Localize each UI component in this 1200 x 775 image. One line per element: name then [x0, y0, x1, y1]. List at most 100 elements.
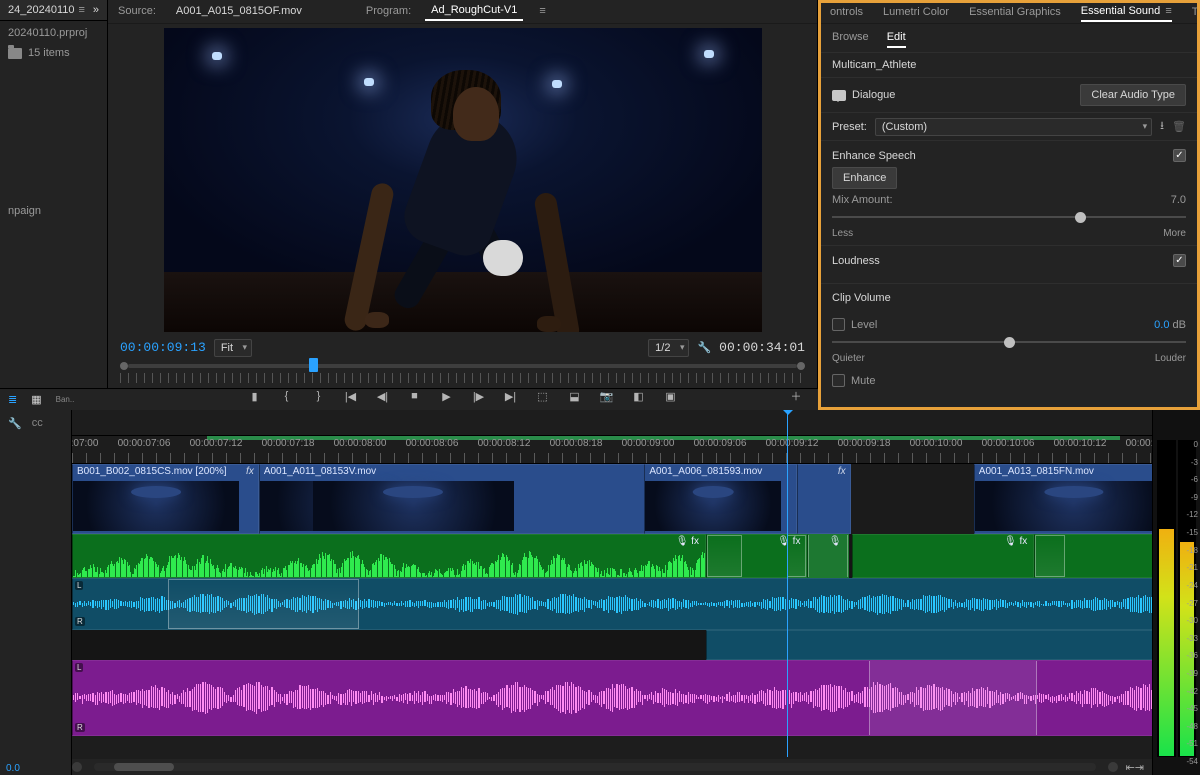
- preset-row: Preset: (Custom) ⭳ 🗑: [818, 113, 1200, 140]
- project-items-count: 15 items: [28, 47, 70, 59]
- clip[interactable]: A001_A011_08153V.movfx: [259, 464, 706, 534]
- scrollbar-knob[interactable]: [114, 763, 174, 771]
- level-checkbox[interactable]: ✓: [832, 318, 845, 331]
- timeline-playhead[interactable]: [787, 410, 788, 757]
- overflow-icon[interactable]: »: [93, 4, 99, 16]
- add-marker-icon[interactable]: ▮: [246, 390, 264, 403]
- freeform-view-icon[interactable]: Ban..: [56, 395, 75, 404]
- go-to-in-icon[interactable]: |◀: [342, 390, 360, 403]
- comparison-view-icon[interactable]: ◧: [630, 390, 648, 403]
- clip[interactable]: 🎙 fx: [72, 534, 706, 578]
- side-tab-essential-graphics[interactable]: Essential Graphics: [969, 3, 1061, 21]
- mix-amount-slider[interactable]: [832, 210, 1186, 224]
- mark-out-icon[interactable]: }: [310, 390, 328, 402]
- step-forward-icon[interactable]: |▶: [470, 390, 488, 403]
- enhance-button[interactable]: Enhance: [832, 167, 897, 189]
- ruler-tick: 00:00:08:18: [550, 438, 603, 449]
- lift-icon[interactable]: ⬚: [534, 390, 552, 403]
- zoom-out-handle[interactable]: [72, 762, 82, 772]
- scrub-handle-left[interactable]: [120, 362, 128, 370]
- timeline-search-icon[interactable]: 🔧: [8, 417, 22, 430]
- program-monitor: Source: A001_A015_0815OF.mov Program: Ad…: [108, 0, 818, 410]
- clip[interactable]: 🎵 fxLR: [72, 660, 1152, 736]
- loudness-header[interactable]: Loudness ✓: [818, 245, 1200, 275]
- zoom-in-handle[interactable]: [1108, 762, 1118, 772]
- program-zoom-select[interactable]: Fit: [214, 339, 252, 357]
- subtab-browse[interactable]: Browse: [832, 28, 869, 48]
- program-resolution-select[interactable]: 1/2: [648, 339, 689, 357]
- clear-audio-type-button[interactable]: Clear Audio Type: [1080, 84, 1186, 106]
- scrub-handle-right[interactable]: [797, 362, 805, 370]
- level-value[interactable]: 0.0: [1154, 319, 1169, 331]
- track[interactable]: MS🎤🎙 fx🎙 fx🎙🎙 fx❋ fx: [72, 534, 1152, 578]
- play-icon[interactable]: ▶: [438, 390, 456, 403]
- timeline-settings-icon[interactable]: cc: [32, 417, 43, 429]
- go-to-out-icon[interactable]: ▶|: [502, 390, 520, 403]
- clip[interactable]: B001_B002_0815CS.mov [200%]fx: [72, 464, 259, 534]
- timeline-tracks-area[interactable]: 00:00:07:0000:00:07:0600:00:07:1200:00:0…: [72, 410, 1152, 775]
- timeline-zoom-value[interactable]: 0.0: [6, 763, 20, 774]
- preset-label: Preset:: [832, 121, 867, 133]
- clip[interactable]: 🎙 fx: [852, 534, 1035, 578]
- program-label: Program:: [366, 5, 411, 17]
- side-tab-ontrols[interactable]: ontrols: [830, 3, 863, 21]
- side-tab-essential-sound[interactable]: Essential Sound ≡: [1081, 2, 1172, 22]
- button-editor-icon[interactable]: ＋: [787, 388, 805, 404]
- side-tab-lumetri-color[interactable]: Lumetri Color: [883, 3, 949, 21]
- essential-sound-panel: ontrols Lumetri Color Essential Graphics Es…: [818, 0, 1200, 410]
- enhance-speech-checkbox[interactable]: ✓: [1173, 149, 1186, 162]
- export-frame-icon[interactable]: 📷: [598, 390, 616, 403]
- level-unit: dB: [1173, 319, 1186, 331]
- preset-delete-icon[interactable]: 🗑: [1172, 120, 1186, 133]
- side-tab-text[interactable]: Text: [1192, 3, 1200, 21]
- program-panel-menu-icon[interactable]: ≡: [539, 5, 545, 17]
- extract-icon[interactable]: ⬓: [566, 390, 584, 403]
- mix-amount-label: Mix Amount:: [832, 194, 893, 206]
- timeline-ruler[interactable]: 00:00:07:0000:00:07:0600:00:07:1200:00:0…: [72, 436, 1152, 464]
- mute-label: Mute: [851, 375, 875, 387]
- clip[interactable]: fx: [797, 464, 851, 534]
- level-label: Level: [851, 319, 877, 331]
- clip[interactable]: ❋ fx: [1034, 534, 1152, 578]
- program-video-stage[interactable]: [108, 24, 817, 336]
- track[interactable]: MS🎤❋ fxLR: [72, 578, 1152, 630]
- icon-view-icon[interactable]: ▦: [31, 393, 41, 406]
- clip[interactable]: 🎵 fx: [706, 630, 1152, 660]
- clip[interactable]: A001_A006_081593.mov: [644, 464, 796, 534]
- panel-menu-icon[interactable]: ≡: [78, 4, 84, 16]
- program-playhead-indicator[interactable]: [309, 358, 318, 372]
- program-current-timecode[interactable]: 00:00:09:13: [120, 340, 206, 355]
- timeline-horizontal-scrollbar[interactable]: ⇤⇥: [72, 759, 1152, 775]
- enhance-speech-header[interactable]: Enhance Speech ✓: [818, 140, 1200, 170]
- loudness-checkbox[interactable]: ✓: [1173, 254, 1186, 267]
- bin-name[interactable]: npaign: [8, 205, 99, 217]
- step-back-icon[interactable]: ◀|: [374, 390, 392, 403]
- zoom-to-sequence-icon[interactable]: ⇤⇥: [1126, 761, 1144, 774]
- subtab-edit[interactable]: Edit: [887, 28, 906, 48]
- safe-margins-icon[interactable]: ▣: [662, 390, 680, 403]
- list-view-icon[interactable]: ≣: [8, 393, 17, 406]
- track[interactable]: MS🎤NCE🎵 fx: [72, 630, 1152, 660]
- ruler-tick: 00:00:08:06: [406, 438, 459, 449]
- program-ruler[interactable]: [108, 373, 817, 383]
- mute-checkbox[interactable]: ✓: [832, 374, 845, 387]
- clip[interactable]: 🎙 fx: [706, 534, 808, 578]
- source-tab[interactable]: A001_A015_0815OF.mov: [170, 2, 308, 20]
- program-scrub-bar[interactable]: [108, 360, 817, 373]
- clip[interactable]: ❋ fxLR: [72, 578, 1152, 630]
- mix-amount-value[interactable]: 7.0: [1171, 194, 1186, 206]
- track[interactable]: 🎵 fxLR: [72, 660, 1152, 736]
- audio-type-dialogue: Dialogue: [832, 89, 895, 101]
- project-tab[interactable]: 24_20240110 ≡ »: [0, 0, 107, 21]
- program-tab[interactable]: Ad_RoughCut-V1: [425, 1, 523, 21]
- preset-select[interactable]: (Custom): [875, 118, 1152, 136]
- clip[interactable]: 🎙: [807, 534, 848, 578]
- track[interactable]: B001_B002_0815CS.mov [200%]fxA001_A011_0…: [72, 464, 1152, 534]
- stop-icon[interactable]: ■: [406, 390, 424, 402]
- preset-import-icon[interactable]: ⭳: [1160, 117, 1164, 136]
- program-duration-timecode: 00:00:34:01: [719, 340, 805, 355]
- mark-in-icon[interactable]: {: [278, 390, 296, 402]
- settings-icon[interactable]: 🔧: [697, 341, 711, 354]
- level-slider[interactable]: [832, 335, 1186, 349]
- clip[interactable]: A001_A013_0815FN.movfx: [974, 464, 1152, 534]
